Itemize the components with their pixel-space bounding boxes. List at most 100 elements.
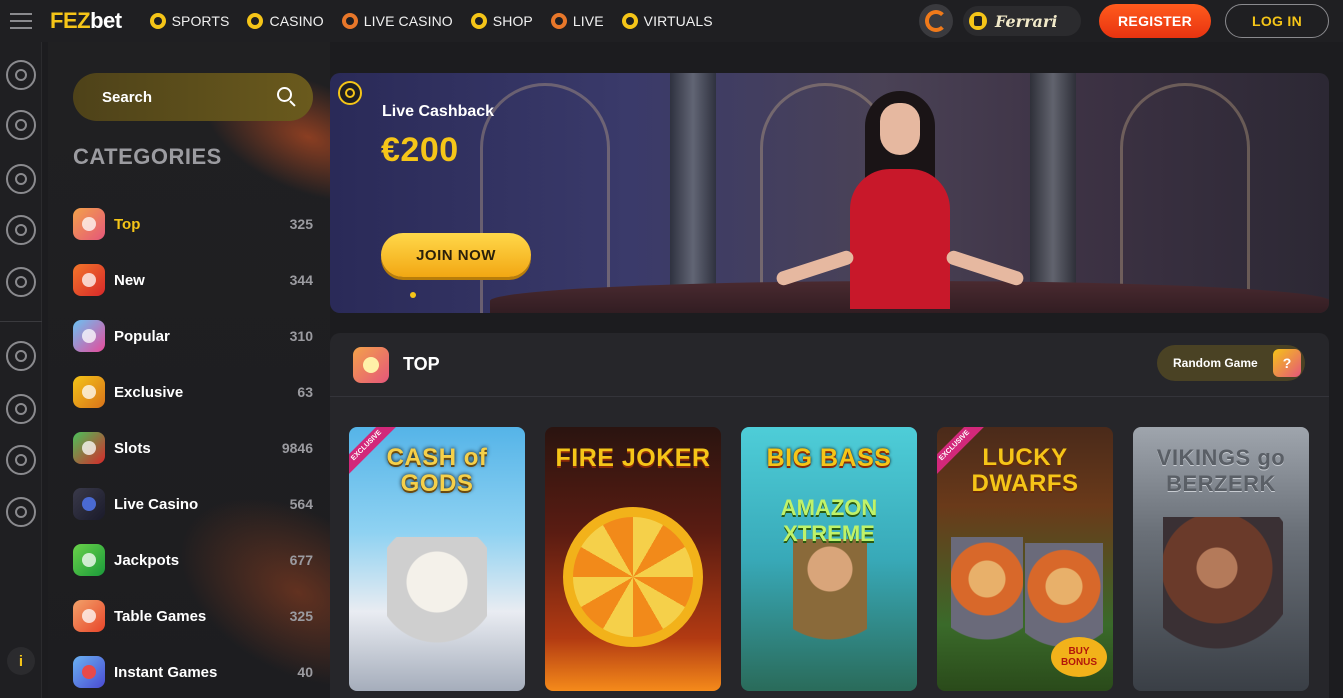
live-signal-icon [550,13,567,29]
section-title: TOP [403,354,440,374]
trophy-icon[interactable] [6,445,36,475]
nav-virtuals[interactable]: VIRTUALS [621,13,713,29]
search-input[interactable]: Search [73,73,313,121]
category-label: Table Games [114,607,207,625]
register-button[interactable]: REGISTER [1099,4,1211,38]
buy-bonus-badge: BUY BONUS [1051,637,1107,677]
category-count: 9846 [281,440,313,456]
top-games-section: TOP Random Game ? EXCLUSIVE CASH of GODS… [330,333,1329,698]
instant-games-category-icon [73,656,105,688]
category-label: Jackpots [114,551,180,569]
promo-banner[interactable]: Live Cashback €200 JOIN NOW [330,73,1329,313]
category-label: Top [114,215,141,233]
shopping-bag-icon[interactable] [6,497,36,527]
spade-icon [247,13,264,29]
dice-icon: ? [1273,349,1301,377]
category-jackpots[interactable]: Jackpots 677 [73,532,313,588]
nav-casino[interactable]: CASINO [247,13,324,29]
live-signal-icon[interactable] [6,215,36,245]
game-card-cash-of-gods[interactable]: EXCLUSIVE CASH of GODS [349,427,525,691]
logo[interactable]: FEZbet [50,8,122,34]
info-icon[interactable]: i [7,647,35,675]
category-instant-games[interactable]: Instant Games 40 [73,644,313,698]
decor-arch [1120,83,1250,313]
shopping-bag-icon [470,13,487,29]
icon-rail: i [0,42,42,698]
carousel-dot[interactable] [410,292,416,298]
soccer-ball-icon[interactable] [6,60,36,90]
roulette-icon[interactable] [6,164,36,194]
spade-icon[interactable] [6,110,36,140]
slots-category-icon [73,432,105,464]
nav-shop-label: SHOP [492,13,533,29]
logo-fez: FEZ [50,8,91,33]
nav-live[interactable]: LIVE [550,13,604,29]
game-title: LUCKY DWARFS [971,444,1079,497]
game-title: BIG BASS [766,444,892,472]
nav-sports[interactable]: SPORTS [149,13,230,29]
banner-subtitle: Live Cashback [382,103,495,120]
game-card-lucky-dwarfs[interactable]: EXCLUSIVE LUCKY DWARFS BUY BONUS [937,427,1113,691]
star-icon[interactable] [6,394,36,424]
category-top[interactable]: Top 325 [73,196,313,252]
game-art [563,507,703,647]
game-card-fire-joker[interactable]: FIRE JOKER [545,427,721,691]
category-count: 325 [289,216,313,232]
category-label: Exclusive [114,383,184,401]
nav-sports-label: SPORTS [171,13,230,29]
nav-shop[interactable]: SHOP [470,13,533,29]
game-art [387,537,487,687]
decor-pillar [670,73,716,303]
nav-live-casino[interactable]: LIVE CASINO [341,13,453,29]
game-title: FIRE JOKER [555,444,711,472]
wheel-icon[interactable] [6,341,36,371]
popular-category-icon [73,320,105,352]
game-art [1163,517,1283,687]
category-label: Instant Games [114,663,218,681]
category-count: 325 [289,608,313,624]
category-count: 310 [289,328,313,344]
ferrari-label: Ferrari [995,11,1058,31]
join-now-button[interactable]: JOIN NOW [381,233,531,277]
header-actions: Ferrari REGISTER LOG IN [919,0,1343,42]
random-game-button[interactable]: Random Game ? [1157,345,1305,381]
nav-virtuals-label: VIRTUALS [643,13,713,29]
ferrari-promo[interactable]: Ferrari [963,6,1081,36]
game-card-vikings-go-berzerk[interactable]: VIKINGS go BERZERK [1133,427,1309,691]
category-exclusive[interactable]: Exclusive 63 [73,364,313,420]
category-count: 63 [297,384,313,400]
rail-divider [0,321,42,322]
category-slots[interactable]: Slots 9846 [73,420,313,476]
top-category-icon [353,347,389,383]
category-list: Top 325 New 344 Popular 310 Exclusive 63… [73,196,313,698]
ferrari-coin-icon [969,12,987,30]
category-label: Popular [114,327,170,345]
new-category-icon [73,264,105,296]
category-label: New [114,271,145,289]
search-placeholder: Search [102,88,153,106]
category-live-casino[interactable]: Live Casino 564 [73,476,313,532]
category-new[interactable]: New 344 [73,252,313,308]
banner-amount: €200 [381,131,459,169]
category-count: 677 [289,552,313,568]
categories-title: CATEGORIES [73,144,222,169]
category-table-games[interactable]: Table Games 325 [73,588,313,644]
top-bar: FEZbet SPORTS CASINO LIVE CASINO SHOP LI… [0,0,1343,42]
game-card-big-bass[interactable]: BIG BASS AMAZON XTREME [741,427,917,691]
game-title: VIKINGS go BERZERK [1156,445,1286,496]
virtuals-icon[interactable] [6,267,36,297]
random-game-label: Random Game [1173,356,1258,370]
promo-c-icon[interactable] [919,4,953,38]
category-count: 40 [297,664,313,680]
category-popular[interactable]: Popular 310 [73,308,313,364]
menu-icon[interactable] [0,0,42,42]
main-nav: SPORTS CASINO LIVE CASINO SHOP LIVE VIRT… [149,13,713,29]
section-header: TOP Random Game ? [330,333,1329,397]
exclusive-category-icon [73,376,105,408]
search-icon[interactable] [277,87,297,107]
dealer-image [774,91,1026,309]
login-button[interactable]: LOG IN [1225,4,1329,38]
game-art [793,539,867,689]
live-casino-category-icon [73,488,105,520]
category-label: Live Casino [114,495,199,513]
